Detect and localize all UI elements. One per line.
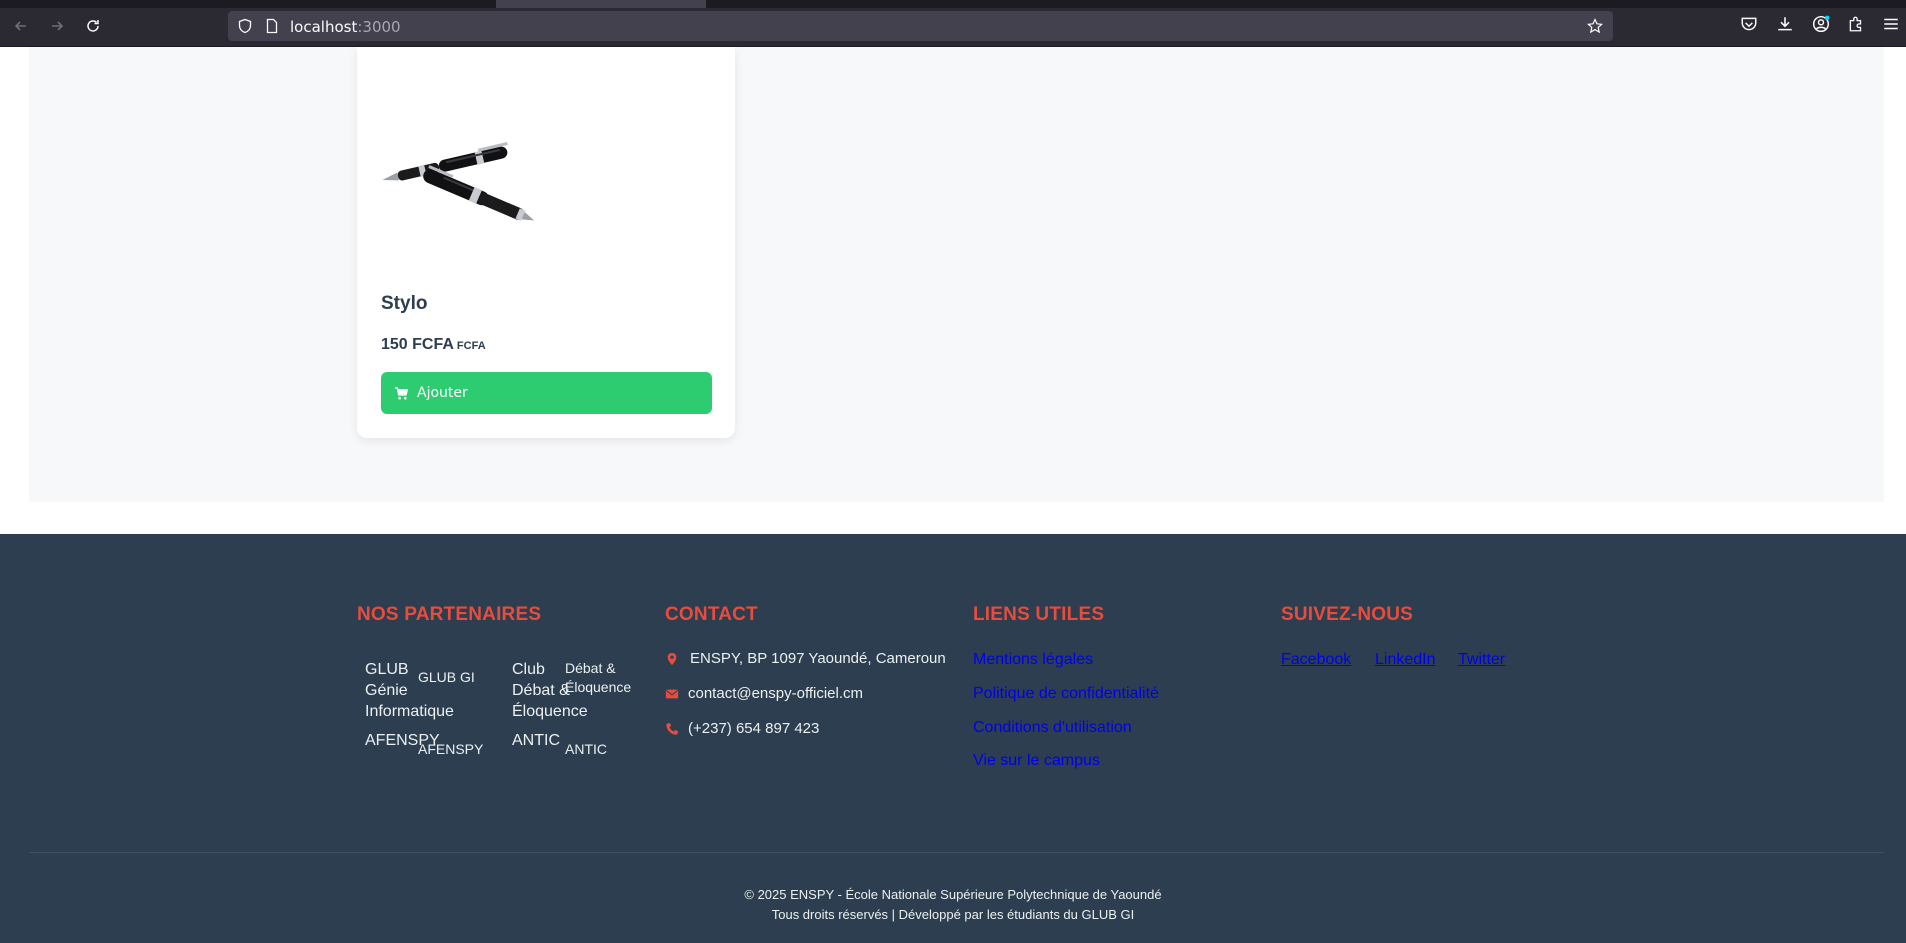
menu-icon[interactable]: [1882, 15, 1900, 33]
browser-toolbar: localhost:3000: [0, 0, 1906, 47]
phone-icon: [666, 722, 679, 735]
link-politique-confidentialite[interactable]: Politique de confidentialité: [973, 685, 1159, 703]
product-card[interactable]: Stylo 150 FCFA FCFA Ajouter: [357, 47, 735, 438]
contact-phone: (+237) 654 897 423: [665, 720, 819, 737]
partner-antic-logo-alt[interactable]: ANTIC: [565, 740, 607, 759]
extensions-icon[interactable]: [1847, 15, 1865, 33]
add-to-cart-button[interactable]: Ajouter: [381, 372, 712, 414]
copyright-line-2: Tous droits réservés | Développé par les…: [771, 907, 1135, 922]
social-twitter-link[interactable]: Twitter: [1458, 651, 1505, 669]
products-section: [29, 47, 1884, 502]
partners-title: NOS PARTENAIRES: [357, 604, 542, 625]
shield-icon[interactable]: [237, 18, 253, 34]
social-title: SUIVEZ-NOUS: [1281, 604, 1414, 625]
links-title: LIENS UTILES: [973, 604, 1105, 625]
download-icon[interactable]: [1776, 15, 1794, 33]
cart-icon: [394, 386, 409, 399]
partner-glub-logo-alt[interactable]: GLUB GI: [418, 668, 475, 687]
back-icon[interactable]: [9, 14, 33, 38]
contact-email: contact@enspy-officiel.cm: [665, 685, 863, 702]
partner-afenspy-logo-alt[interactable]: AFENSPY: [418, 740, 483, 759]
copyright-line-1: © 2025 ENSPY - École Nationale Supérieur…: [744, 887, 1162, 902]
product-price: 150 FCFA FCFA: [381, 336, 486, 353]
add-button-label: Ajouter: [417, 385, 468, 401]
bookmark-star-icon[interactable]: [1587, 18, 1603, 34]
account-icon[interactable]: [1812, 15, 1830, 33]
link-mentions-legales[interactable]: Mentions légales: [973, 651, 1093, 669]
contact-title: CONTACT: [665, 604, 758, 625]
active-tab[interactable]: [496, 0, 706, 8]
envelope-icon: [665, 689, 679, 698]
partner-antic-text[interactable]: ANTIC: [512, 730, 560, 751]
pocket-icon[interactable]: [1740, 15, 1758, 33]
partner-club-debat-logo-alt[interactable]: Débat & Éloquence: [565, 659, 640, 697]
product-image: [382, 142, 535, 221]
site-footer: NOS PARTENAIRES GLUB Génie Informatique …: [0, 534, 1906, 943]
page-icon[interactable]: [264, 18, 280, 34]
url-bar[interactable]: localhost:3000: [228, 11, 1613, 41]
contact-address: ENSPY, BP 1097 Yaoundé, Cameroun: [665, 650, 946, 667]
reload-icon[interactable]: [81, 14, 105, 38]
social-facebook-link[interactable]: Facebook: [1281, 651, 1351, 669]
forward-icon[interactable]: [45, 14, 69, 38]
social-linkedin-link[interactable]: LinkedIn: [1375, 651, 1436, 669]
url-text[interactable]: localhost:3000: [290, 18, 401, 36]
footer-divider: [29, 852, 1884, 853]
tab-strip: [0, 0, 1906, 8]
link-vie-campus[interactable]: Vie sur le campus: [973, 752, 1100, 770]
product-name: Stylo: [381, 293, 428, 314]
map-marker-icon: [667, 652, 677, 665]
link-conditions-utilisation[interactable]: Conditions d'utilisation: [973, 719, 1132, 737]
price-currency: FCFA: [456, 340, 486, 352]
